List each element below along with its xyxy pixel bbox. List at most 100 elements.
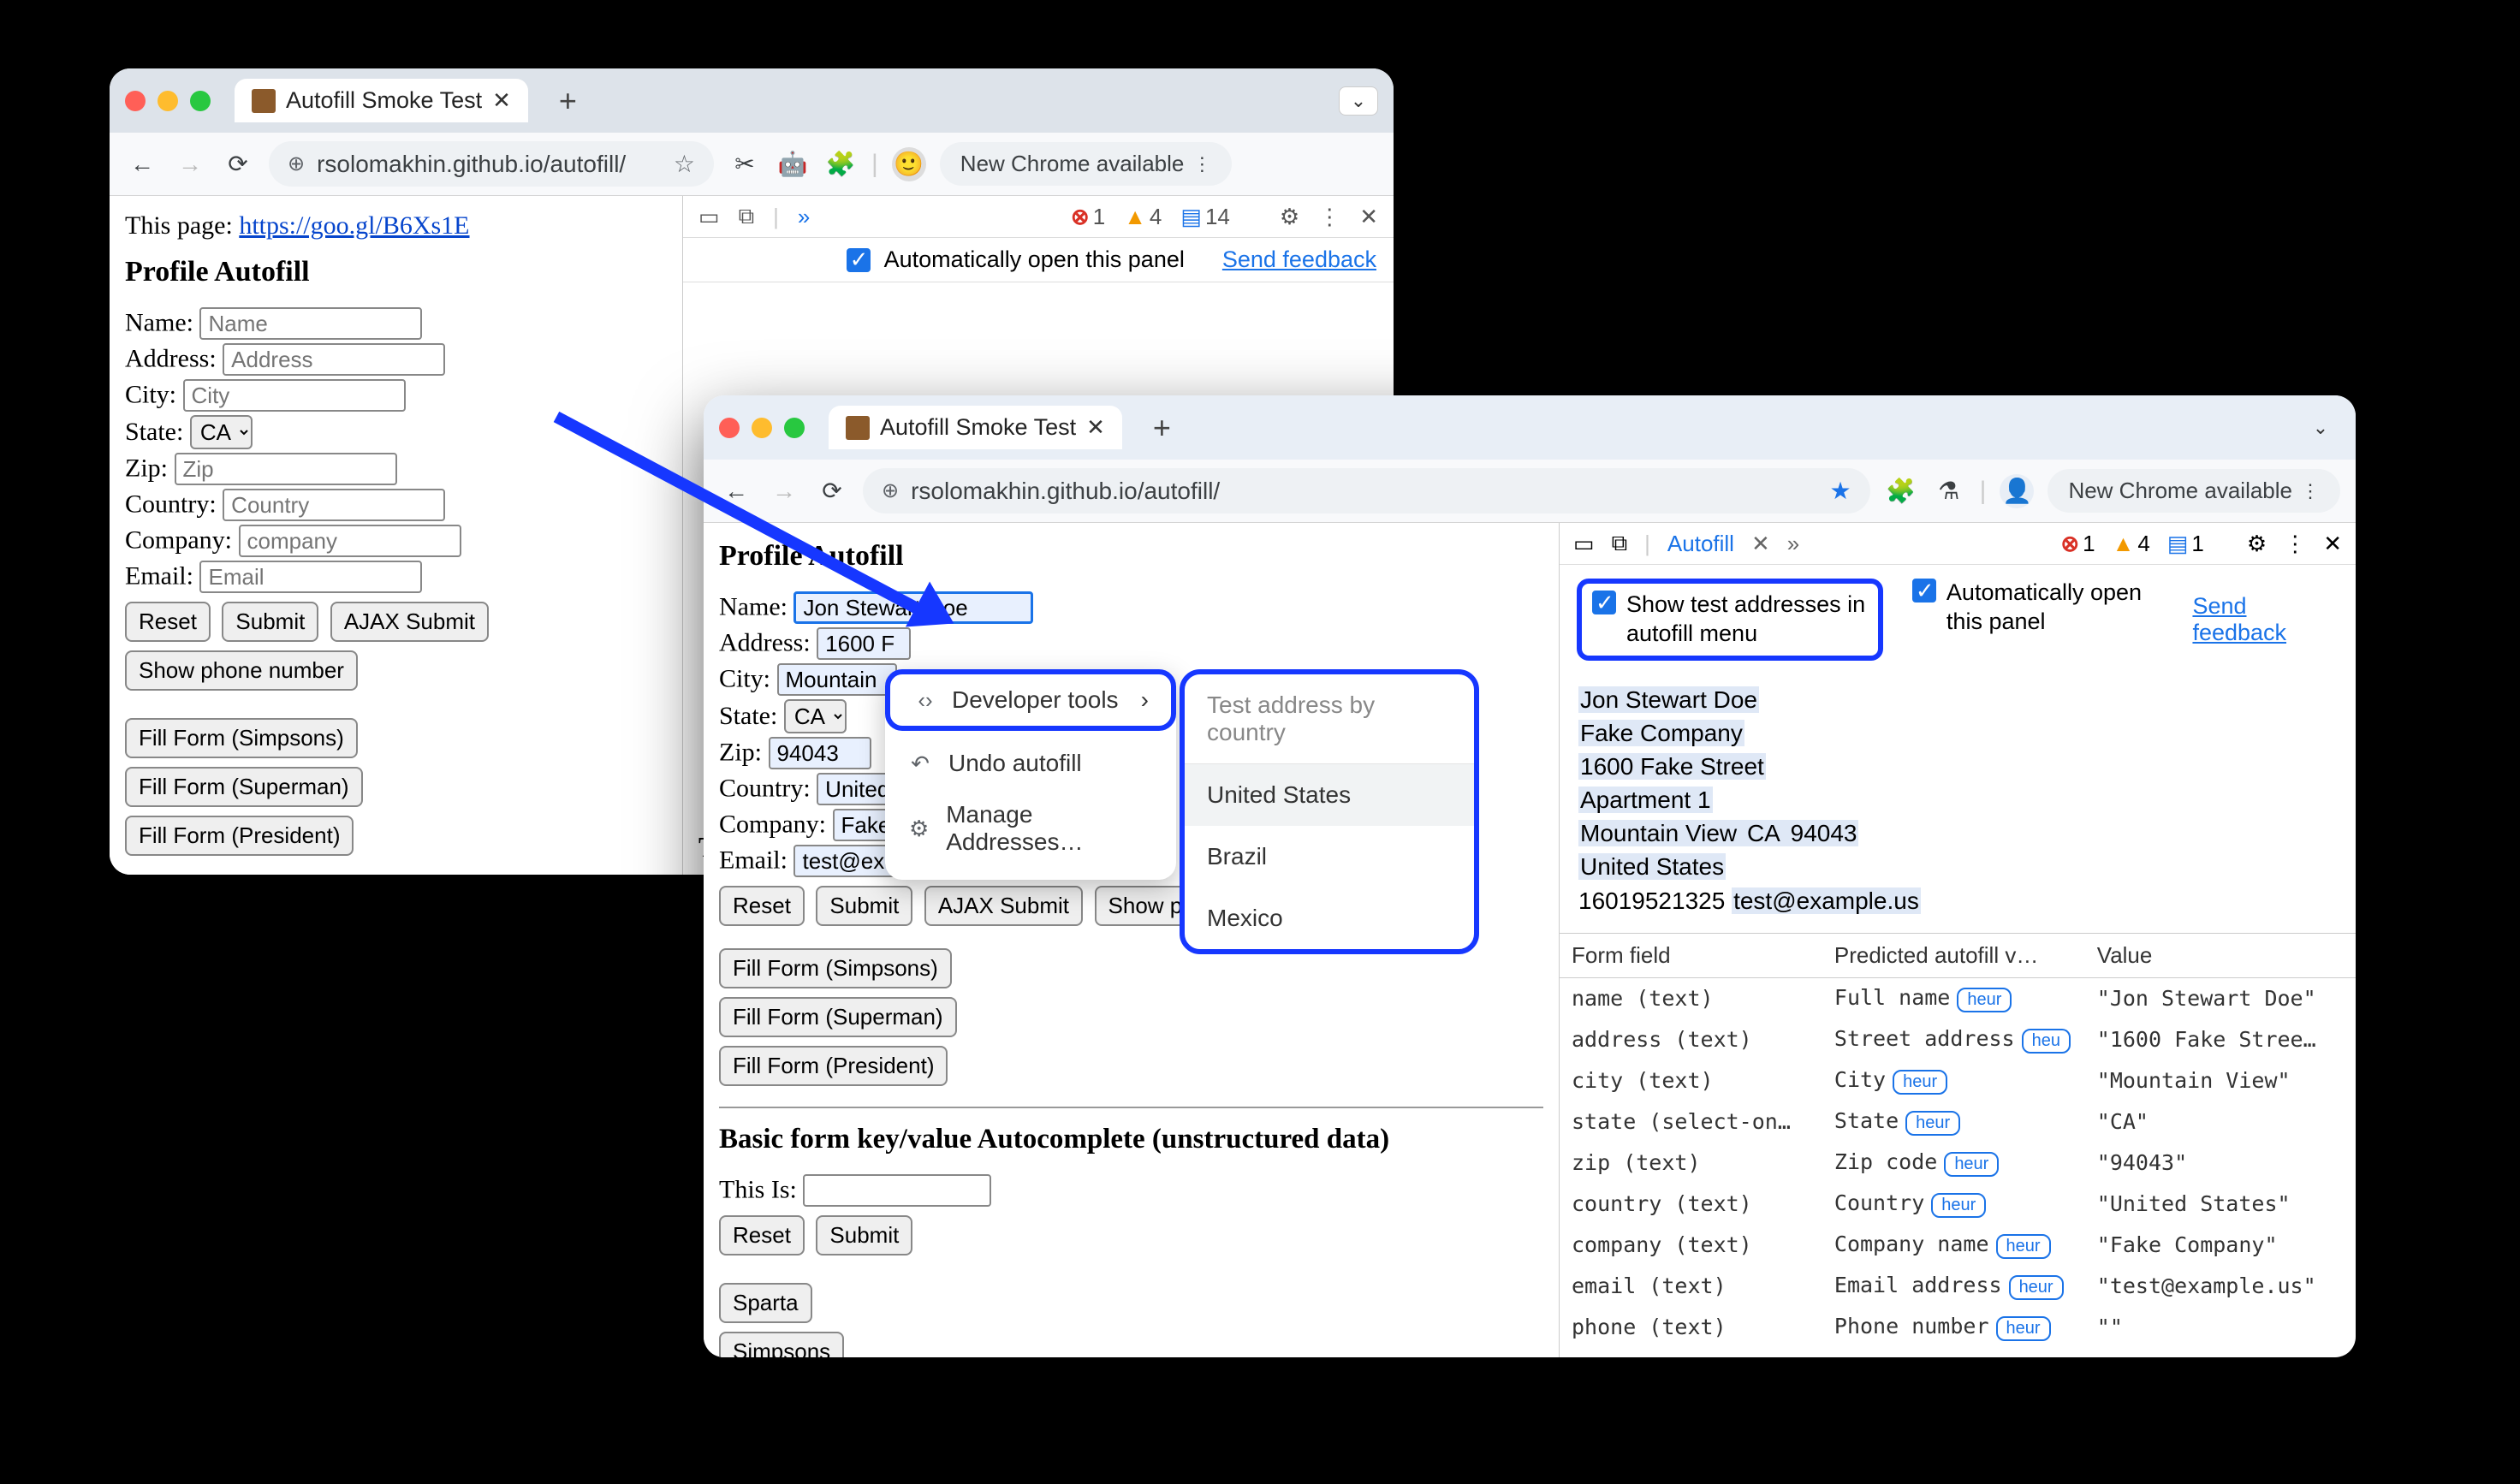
ctx-manage-addresses[interactable]: ⚙ Manage Addresses… xyxy=(885,789,1176,868)
ctx-developer-tools[interactable]: ‹›Developer tools › xyxy=(885,669,1176,731)
minimize-window-icon[interactable] xyxy=(158,91,178,111)
robot-icon[interactable]: 🤖 xyxy=(776,147,810,181)
state-select[interactable]: CA xyxy=(784,699,847,733)
message-icon[interactable]: ▤ xyxy=(1180,204,1202,230)
message-icon[interactable]: ▤ xyxy=(2167,531,2189,557)
url-bar[interactable]: ⊕ rsolomakhin.github.io/autofill/ ☆ xyxy=(269,141,714,187)
gear-icon[interactable]: ⚙ xyxy=(2247,531,2267,557)
inspect-icon[interactable]: ▭ xyxy=(1573,531,1595,557)
browser-tab[interactable]: Autofill Smoke Test ✕ xyxy=(829,406,1122,449)
url-bar[interactable]: ⊕ rsolomakhin.github.io/autofill/ ★ xyxy=(863,468,1870,513)
minimize-window-icon[interactable] xyxy=(752,418,772,438)
fill-simpsons-button[interactable]: Fill Form (Simpsons) xyxy=(719,948,952,988)
error-icon[interactable]: ⊗ xyxy=(1071,204,1090,230)
device-toggle-icon[interactable]: ⧉ xyxy=(739,203,755,230)
maximize-window-icon[interactable] xyxy=(784,418,805,438)
send-feedback-link[interactable]: Send feedback xyxy=(2192,593,2339,646)
close-tab-icon[interactable]: ✕ xyxy=(1751,531,1770,557)
country-option-mx[interactable]: Mexico xyxy=(1185,887,1474,949)
fill-superman-button[interactable]: Fill Form (Superman) xyxy=(719,997,957,1037)
close-devtools-icon[interactable]: ✕ xyxy=(1359,204,1378,230)
extensions-icon[interactable]: 🧩 xyxy=(1884,474,1918,508)
update-chrome-button[interactable]: New Chrome available ⋮ xyxy=(2048,469,2340,513)
submit-button[interactable]: Submit xyxy=(816,886,912,926)
auto-open-option[interactable]: Automatically open this panel xyxy=(1912,579,2164,637)
thisis-input[interactable] xyxy=(803,1174,991,1207)
checkbox-icon[interactable] xyxy=(1912,579,1936,603)
submit-button[interactable]: Submit xyxy=(222,602,318,642)
sparta-button[interactable]: Sparta xyxy=(719,1283,812,1323)
country-option-us[interactable]: United States xyxy=(1185,764,1474,826)
col-predicted[interactable]: Predicted autofill v… xyxy=(1822,933,2085,977)
warning-icon[interactable]: ▲ xyxy=(1124,204,1146,230)
bookmark-star-icon[interactable]: ★ xyxy=(1830,477,1851,505)
submit2-button[interactable]: Submit xyxy=(816,1215,912,1255)
new-tab-button[interactable]: + xyxy=(1138,410,1186,446)
ajax-submit-button[interactable]: AJAX Submit xyxy=(924,886,1083,926)
site-info-icon[interactable]: ⊕ xyxy=(288,151,305,176)
fill-president-button[interactable]: Fill Form (President) xyxy=(719,1046,948,1086)
tabs-dropdown-icon[interactable]: ⌄ xyxy=(2301,413,2340,442)
close-devtools-icon[interactable]: ✕ xyxy=(2323,531,2342,557)
state-select[interactable]: CA xyxy=(190,415,253,449)
address-input[interactable] xyxy=(223,343,445,376)
country-option-br[interactable]: Brazil xyxy=(1185,826,1474,887)
country-input[interactable] xyxy=(223,489,445,521)
cut-icon[interactable]: ✂ xyxy=(728,147,762,181)
reload-button[interactable]: ⟳ xyxy=(815,474,849,508)
tab-autofill[interactable]: Autofill xyxy=(1667,531,1734,557)
tabs-dropdown-icon[interactable]: ⌄ xyxy=(1339,86,1378,116)
labs-icon[interactable]: ⚗ xyxy=(1932,474,1966,508)
ctx-undo-autofill[interactable]: ↶ Undo autofill xyxy=(885,738,1176,789)
gear-icon[interactable]: ⚙ xyxy=(1280,204,1299,230)
kebab-icon[interactable]: ⋮ xyxy=(2284,531,2306,557)
company-input[interactable] xyxy=(239,525,461,557)
more-tabs-icon[interactable]: » xyxy=(1787,531,1799,557)
reset-button[interactable]: Reset xyxy=(719,886,805,926)
address-input[interactable] xyxy=(817,627,911,660)
auto-open-checkbox[interactable] xyxy=(847,248,871,272)
ajax-submit-button[interactable]: AJAX Submit xyxy=(330,602,489,642)
show-test-addresses-option[interactable]: Show test addresses in autofill menu xyxy=(1577,579,1883,661)
bookmark-star-icon[interactable]: ☆ xyxy=(674,150,695,178)
update-chrome-button[interactable]: New Chrome available ⋮ xyxy=(940,142,1233,186)
extensions-icon[interactable]: 🧩 xyxy=(823,147,858,181)
show-phone-button[interactable]: Show phone number xyxy=(125,650,358,691)
close-tab-icon[interactable]: ✕ xyxy=(1086,414,1105,441)
simpsons-button[interactable]: Simpsons xyxy=(719,1332,844,1357)
col-value[interactable]: Value xyxy=(2085,933,2356,977)
city-input[interactable] xyxy=(777,663,897,696)
avatar-icon[interactable]: 👤 xyxy=(2000,474,2034,508)
fill-simpsons-button[interactable]: Fill Form (Simpsons) xyxy=(125,718,358,758)
close-window-icon[interactable] xyxy=(719,418,740,438)
reset-button[interactable]: Reset xyxy=(125,602,211,642)
page-link[interactable]: https://goo.gl/B6Xs1E xyxy=(239,211,469,240)
reset2-button[interactable]: Reset xyxy=(719,1215,805,1255)
send-feedback-link[interactable]: Send feedback xyxy=(1222,246,1376,273)
close-tab-icon[interactable]: ✕ xyxy=(492,87,511,114)
fill-president-button[interactable]: Fill Form (President) xyxy=(125,816,354,856)
checkbox-icon[interactable] xyxy=(1592,591,1616,614)
city-input[interactable] xyxy=(183,379,406,412)
email-input[interactable] xyxy=(199,561,422,593)
close-window-icon[interactable] xyxy=(125,91,146,111)
inspect-icon[interactable]: ▭ xyxy=(698,204,720,230)
back-button[interactable]: ← xyxy=(125,147,159,181)
more-tabs-icon[interactable]: » xyxy=(798,204,810,230)
device-toggle-icon[interactable]: ⧉ xyxy=(1612,530,1628,557)
fill-superman-button[interactable]: Fill Form (Superman) xyxy=(125,767,363,807)
name-input[interactable] xyxy=(199,307,422,340)
avatar-icon[interactable]: 🙂 xyxy=(892,147,926,181)
maximize-window-icon[interactable] xyxy=(190,91,211,111)
address-preview: Jon Stewart Doe Fake Company 1600 Fake S… xyxy=(1560,674,2356,933)
browser-tab[interactable]: Autofill Smoke Test ✕ xyxy=(235,79,528,122)
zip-input[interactable] xyxy=(175,453,397,485)
new-tab-button[interactable]: + xyxy=(544,83,592,119)
warning-icon[interactable]: ▲ xyxy=(2113,531,2135,557)
col-form-field[interactable]: Form field xyxy=(1560,933,1822,977)
reload-button[interactable]: ⟳ xyxy=(221,147,255,181)
kebab-icon[interactable]: ⋮ xyxy=(1318,204,1340,230)
error-icon[interactable]: ⊗ xyxy=(2060,531,2079,557)
site-info-icon[interactable]: ⊕ xyxy=(882,478,899,503)
zip-input[interactable] xyxy=(769,737,871,769)
